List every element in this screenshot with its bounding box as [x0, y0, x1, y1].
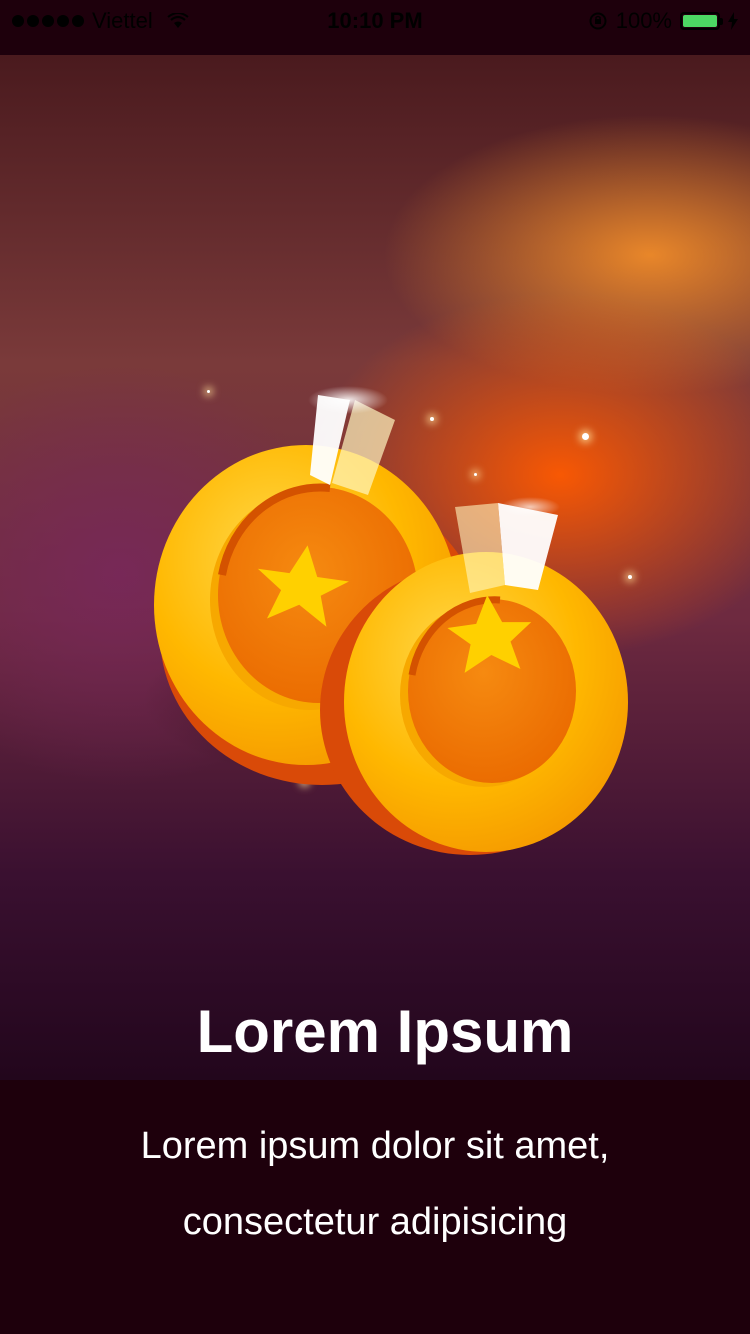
onboarding-title: Lorem Ipsum — [196, 998, 574, 1065]
description-line-2: consectetur adipisicing — [182, 1201, 568, 1243]
orientation-lock-icon — [589, 12, 607, 30]
battery-fill — [683, 15, 717, 27]
description-line-1: Lorem ipsum dolor sit amet, — [140, 1125, 610, 1167]
description-panel: Lorem ipsum dolor sit amet, consectetur … — [0, 1080, 750, 1334]
onboarding-description: Lorem ipsum dolor sit amet, consectetur … — [0, 1080, 750, 1260]
status-right: 100% — [588, 8, 738, 34]
title-container: Lorem Ipsum — [0, 1000, 750, 1070]
status-bar: Viettel 10:10 PM 100% — [0, 0, 750, 55]
hero-illustration: Lorem Ipsum — [0, 55, 750, 1080]
gold-coins-illustration — [154, 386, 628, 855]
battery-percent: 100% — [615, 8, 672, 33]
battery-icon — [680, 12, 723, 30]
charging-bolt-icon — [728, 12, 738, 30]
onboarding-screen: Viettel 10:10 PM 100% Lorem Ipsum Lorem … — [0, 0, 750, 1334]
